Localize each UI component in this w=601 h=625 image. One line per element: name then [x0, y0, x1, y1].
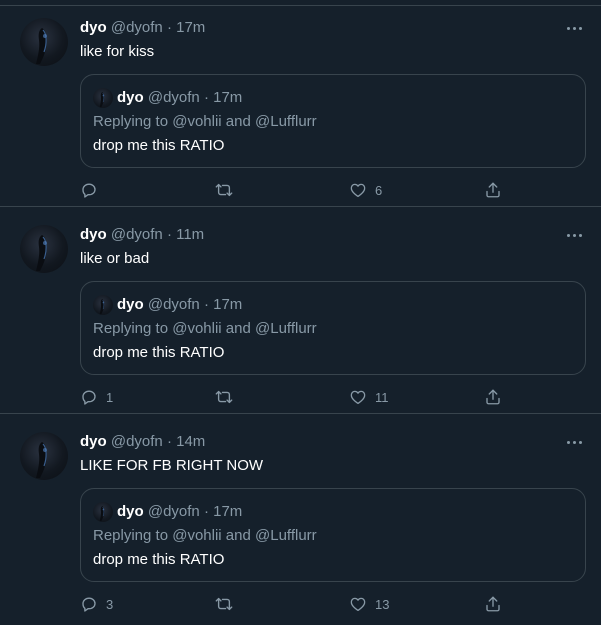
more-icon[interactable]: [563, 432, 585, 452]
heart-icon: [349, 595, 367, 613]
quoted-tweet-text: drop me this RATIO: [93, 137, 225, 154]
retweet-icon: [214, 388, 234, 406]
display-name[interactable]: dyo: [80, 19, 107, 36]
replying-to-label: Replying to: [93, 527, 173, 544]
display-name[interactable]: dyo: [80, 226, 107, 243]
tweet-text: LIKE FOR FB RIGHT NOW: [80, 457, 264, 474]
replying-to-and: and: [221, 320, 256, 337]
separator: ·: [166, 19, 172, 36]
reply-button[interactable]: 3: [80, 592, 113, 616]
timestamp: 17m: [213, 296, 243, 313]
avatar[interactable]: [20, 18, 68, 66]
tweet-text: like or bad: [80, 250, 150, 267]
mention-link[interactable]: @Lufflurr: [255, 527, 317, 544]
like-count: 6: [375, 182, 383, 198]
tweet-actions: 6: [80, 178, 586, 202]
replying-to-and: and: [221, 527, 256, 544]
retweet-button[interactable]: [214, 178, 242, 202]
tweet-header: dyo @dyofn · 17m: [80, 19, 205, 39]
like-button[interactable]: 6: [349, 178, 382, 202]
like-button[interactable]: 11: [349, 385, 389, 409]
replying-to-and: and: [221, 113, 256, 130]
replying-to-label: Replying to: [93, 113, 173, 130]
separator: ·: [166, 433, 172, 450]
separator: ·: [166, 226, 172, 243]
display-name: dyo: [117, 503, 144, 520]
tweet-actions: 3 13: [80, 592, 586, 616]
mention-link[interactable]: @vohlii: [172, 320, 221, 337]
timestamp[interactable]: 17m: [176, 19, 205, 36]
timestamp[interactable]: 14m: [176, 433, 205, 450]
avatar: [93, 502, 113, 522]
share-button[interactable]: [484, 178, 502, 202]
share-icon: [484, 595, 502, 613]
replying-to: Replying to @vohlii and @Lufflurr: [93, 113, 317, 130]
mention-link[interactable]: @vohlii: [172, 113, 221, 130]
tweet-header: dyo @dyofn · 11m: [80, 226, 204, 246]
mention-link[interactable]: @vohlii: [172, 527, 221, 544]
timestamp: 17m: [213, 89, 243, 106]
avatar[interactable]: [20, 225, 68, 273]
replying-to-label: Replying to: [93, 320, 173, 337]
reply-button[interactable]: 1: [80, 385, 113, 409]
retweet-button[interactable]: [214, 385, 242, 409]
handle[interactable]: @dyofn: [111, 226, 163, 243]
more-icon[interactable]: [563, 225, 585, 245]
avatar[interactable]: [20, 432, 68, 480]
quoted-tweet[interactable]: dyo @dyofn · 17m Replying to @vohlii and…: [80, 281, 586, 375]
reply-count: 1: [106, 389, 114, 405]
quoted-tweet-header: dyo @dyofn · 17m: [117, 503, 242, 520]
mention-link[interactable]: @Lufflurr: [255, 320, 317, 337]
retweet-button[interactable]: [214, 592, 242, 616]
avatar: [93, 295, 113, 315]
replying-to: Replying to @vohlii and @Lufflurr: [93, 527, 317, 544]
separator: ·: [203, 503, 209, 520]
quoted-tweet-text: drop me this RATIO: [93, 344, 225, 361]
heart-icon: [349, 388, 367, 406]
quoted-tweet-header: dyo @dyofn · 17m: [117, 296, 242, 313]
share-button[interactable]: [484, 385, 502, 409]
timeline: dyo @dyofn · 11m like or bad dyo @dyofn …: [0, 0, 601, 625]
display-name: dyo: [117, 89, 144, 106]
reply-icon: [80, 181, 98, 199]
separator: ·: [203, 89, 209, 106]
heart-icon: [349, 181, 367, 199]
share-icon: [484, 388, 502, 406]
quoted-tweet[interactable]: dyo @dyofn · 17m Replying to @vohlii and…: [80, 488, 586, 582]
tweet-header: dyo @dyofn · 14m: [80, 433, 205, 453]
more-icon[interactable]: [563, 18, 585, 38]
timestamp: 17m: [213, 503, 243, 520]
tweet[interactable]: dyo @dyofn · 14m LIKE FOR FB RIGHT NOW d…: [0, 414, 601, 625]
tweet-actions: 1 11: [80, 385, 586, 409]
mention-link[interactable]: @Lufflurr: [255, 113, 317, 130]
reply-count: 3: [106, 596, 114, 612]
handle: @dyofn: [147, 296, 200, 313]
tweet[interactable]: dyo @dyofn · 17m like for kiss dyo @dyof…: [0, 0, 601, 207]
handle[interactable]: @dyofn: [111, 433, 163, 450]
quoted-tweet[interactable]: dyo @dyofn · 17m Replying to @vohlii and…: [80, 74, 586, 168]
retweet-icon: [214, 595, 234, 613]
handle: @dyofn: [147, 503, 200, 520]
reply-button[interactable]: [80, 178, 106, 202]
share-button[interactable]: [484, 592, 502, 616]
handle[interactable]: @dyofn: [111, 19, 163, 36]
like-count: 13: [375, 596, 390, 612]
separator: ·: [203, 296, 209, 313]
quoted-tweet-text: drop me this RATIO: [93, 551, 225, 568]
replying-to: Replying to @vohlii and @Lufflurr: [93, 320, 317, 337]
display-name: dyo: [117, 296, 144, 313]
quoted-tweet-header: dyo @dyofn · 17m: [117, 89, 242, 106]
timestamp[interactable]: 11m: [176, 226, 204, 243]
tweet-text: like for kiss: [80, 43, 155, 60]
handle: @dyofn: [147, 89, 200, 106]
like-count: 11: [375, 389, 389, 405]
reply-icon: [80, 595, 98, 613]
share-icon: [484, 181, 502, 199]
reply-icon: [80, 388, 98, 406]
like-button[interactable]: 13: [349, 592, 389, 616]
retweet-icon: [214, 181, 234, 199]
display-name[interactable]: dyo: [80, 433, 107, 450]
tweet[interactable]: dyo @dyofn · 11m like or bad dyo @dyofn …: [0, 207, 601, 414]
avatar: [93, 88, 113, 108]
